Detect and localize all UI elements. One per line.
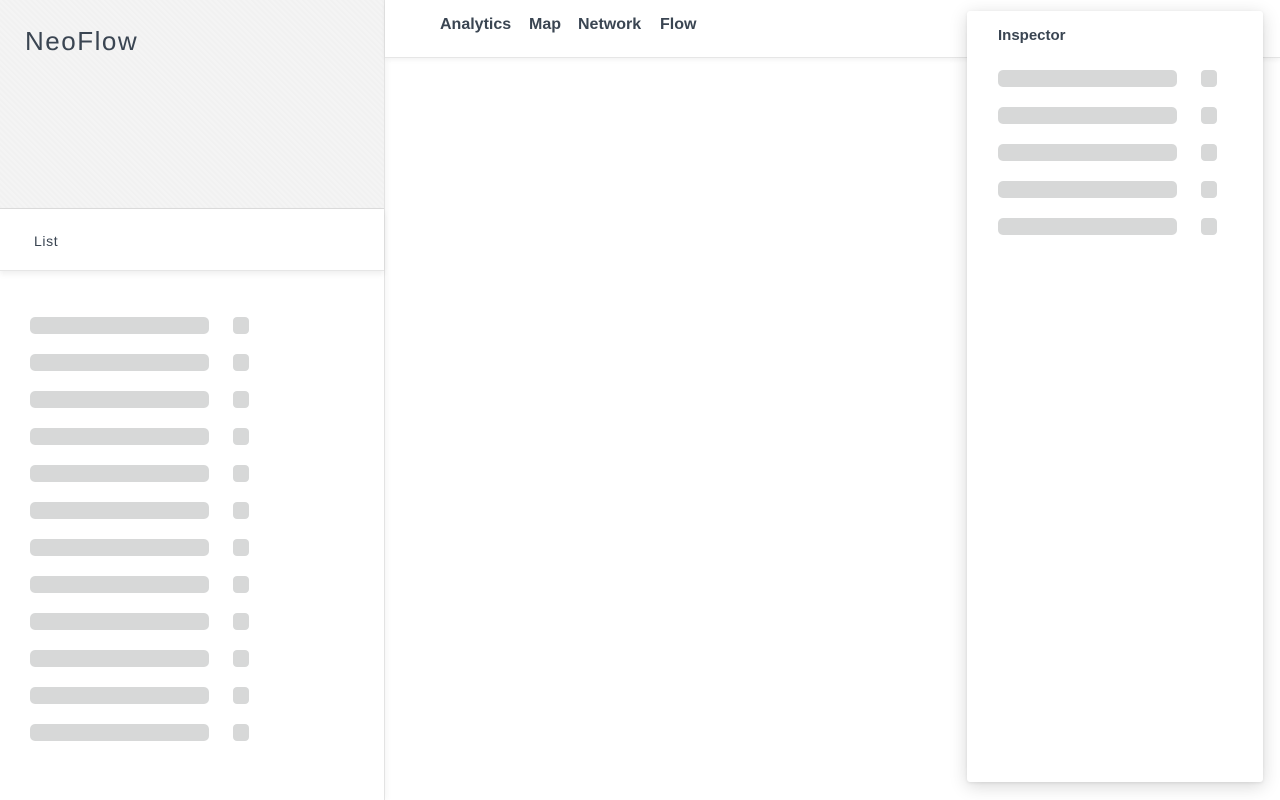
sidebar-list-item[interactable] <box>30 687 360 724</box>
skeleton-badge <box>1201 181 1217 198</box>
skeleton-badge <box>233 650 249 667</box>
tab-analytics[interactable]: Analytics <box>440 16 511 34</box>
skeleton-badge <box>1201 144 1217 161</box>
skeleton-badge <box>233 317 249 334</box>
skeleton-text-bar <box>30 317 209 334</box>
skeleton-text-bar <box>30 502 209 519</box>
inspector-list <box>998 70 1238 255</box>
skeleton-badge <box>1201 107 1217 124</box>
sidebar-list-item[interactable] <box>30 650 360 687</box>
inspector-title: Inspector <box>998 27 1066 44</box>
sidebar-list-item[interactable] <box>30 539 360 576</box>
skeleton-text-bar <box>998 218 1177 235</box>
sidebar-list-item[interactable] <box>30 428 360 465</box>
sidebar: NeoFlow List <box>0 0 385 800</box>
inspector-list-item[interactable] <box>998 181 1238 218</box>
skeleton-text-bar <box>30 354 209 371</box>
skeleton-text-bar <box>30 724 209 741</box>
app-window: NeoFlow List Analytics Map Network Flow … <box>0 0 1280 800</box>
sidebar-list-item[interactable] <box>30 354 360 391</box>
sidebar-list-item[interactable] <box>30 465 360 502</box>
skeleton-badge <box>233 502 249 519</box>
skeleton-text-bar <box>30 650 209 667</box>
skeleton-badge <box>233 391 249 408</box>
sidebar-list-item[interactable] <box>30 317 360 354</box>
skeleton-badge <box>233 354 249 371</box>
skeleton-badge <box>233 724 249 741</box>
skeleton-badge <box>233 576 249 593</box>
tab-flow[interactable]: Flow <box>660 16 696 34</box>
skeleton-text-bar <box>30 687 209 704</box>
sidebar-list-item[interactable] <box>30 502 360 539</box>
skeleton-text-bar <box>998 181 1177 198</box>
inspector-list-item[interactable] <box>998 144 1238 181</box>
inspector-list-item[interactable] <box>998 218 1238 255</box>
skeleton-text-bar <box>30 428 209 445</box>
skeleton-text-bar <box>30 391 209 408</box>
inspector-list-item[interactable] <box>998 70 1238 107</box>
brand-logo: NeoFlow <box>25 26 139 56</box>
list-header: List <box>0 209 384 271</box>
sidebar-list-item[interactable] <box>30 724 360 761</box>
skeleton-badge <box>1201 70 1217 87</box>
sidebar-list-item[interactable] <box>30 613 360 650</box>
skeleton-badge <box>233 428 249 445</box>
skeleton-badge <box>233 465 249 482</box>
skeleton-text-bar <box>998 107 1177 124</box>
skeleton-text-bar <box>30 613 209 630</box>
inspector-list-item[interactable] <box>998 107 1238 144</box>
skeleton-text-bar <box>998 70 1177 87</box>
skeleton-text-bar <box>30 539 209 556</box>
brand-area: NeoFlow <box>0 0 384 209</box>
tab-network[interactable]: Network <box>578 16 641 34</box>
skeleton-text-bar <box>30 576 209 593</box>
tab-map[interactable]: Map <box>529 16 561 34</box>
list-header-label: List <box>34 233 59 249</box>
skeleton-badge <box>233 613 249 630</box>
skeleton-badge <box>1201 218 1217 235</box>
sidebar-list-item[interactable] <box>30 576 360 613</box>
inspector-panel: Inspector <box>967 11 1263 782</box>
skeleton-text-bar <box>998 144 1177 161</box>
skeleton-text-bar <box>30 465 209 482</box>
sidebar-list-item[interactable] <box>30 391 360 428</box>
skeleton-badge <box>233 539 249 556</box>
sidebar-list <box>30 317 360 761</box>
skeleton-badge <box>233 687 249 704</box>
